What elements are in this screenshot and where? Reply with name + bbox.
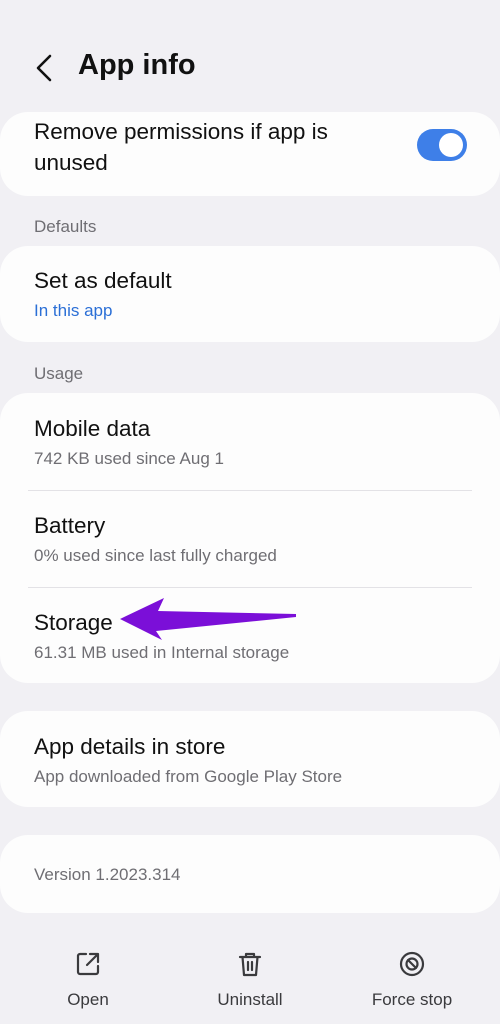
section-label-defaults: Defaults (34, 217, 97, 236)
app-details-in-store-row[interactable]: App details in store App downloaded from… (0, 711, 500, 807)
battery-row[interactable]: Battery 0% used since last fully charged (0, 490, 500, 587)
version-card: Version 1.2023.314 (0, 835, 500, 913)
app-details-sub: App downloaded from Google Play Store (34, 767, 343, 786)
app-details-title: App details in store (34, 734, 226, 759)
force-stop-label: Force stop (371, 990, 453, 1009)
force-stop-button[interactable]: Force stop (342, 930, 482, 1024)
battery-sub: 0% used since last fully charged (34, 546, 277, 565)
storage-title: Storage (34, 610, 113, 635)
bottom-action-bar: Open Uninstall Force stop (0, 930, 500, 1024)
storage-sub: 61.31 MB used in Internal storage (34, 643, 290, 662)
block-icon (399, 951, 425, 977)
battery-title: Battery (34, 513, 106, 538)
version-text: Version 1.2023.314 (34, 865, 181, 884)
back-button[interactable] (28, 50, 64, 86)
mobile-data-title: Mobile data (34, 416, 151, 441)
section-label-usage: Usage (34, 364, 84, 383)
remove-permissions-toggle[interactable] (417, 129, 467, 161)
remove-permissions-label: Remove permissions if app is unused (34, 119, 328, 175)
annotation-arrow-icon (120, 598, 296, 640)
open-external-icon (76, 952, 100, 976)
open-button[interactable]: Open (18, 930, 158, 1024)
set-as-default-sub: In this app (34, 301, 113, 320)
uninstall-button[interactable]: Uninstall (180, 930, 320, 1024)
open-label: Open (67, 990, 109, 1009)
set-as-default-title: Set as default (34, 268, 172, 293)
mobile-data-row[interactable]: Mobile data 742 KB used since Aug 1 (0, 393, 500, 490)
app-bar: App info (0, 0, 500, 112)
toggle-knob (439, 133, 463, 157)
mobile-data-sub: 742 KB used since Aug 1 (34, 449, 224, 468)
page-title: App info (78, 49, 196, 81)
trash-icon (238, 952, 262, 977)
uninstall-label: Uninstall (217, 990, 283, 1009)
chevron-left-icon (36, 54, 52, 82)
set-as-default-row[interactable]: Set as default In this app (0, 246, 500, 342)
